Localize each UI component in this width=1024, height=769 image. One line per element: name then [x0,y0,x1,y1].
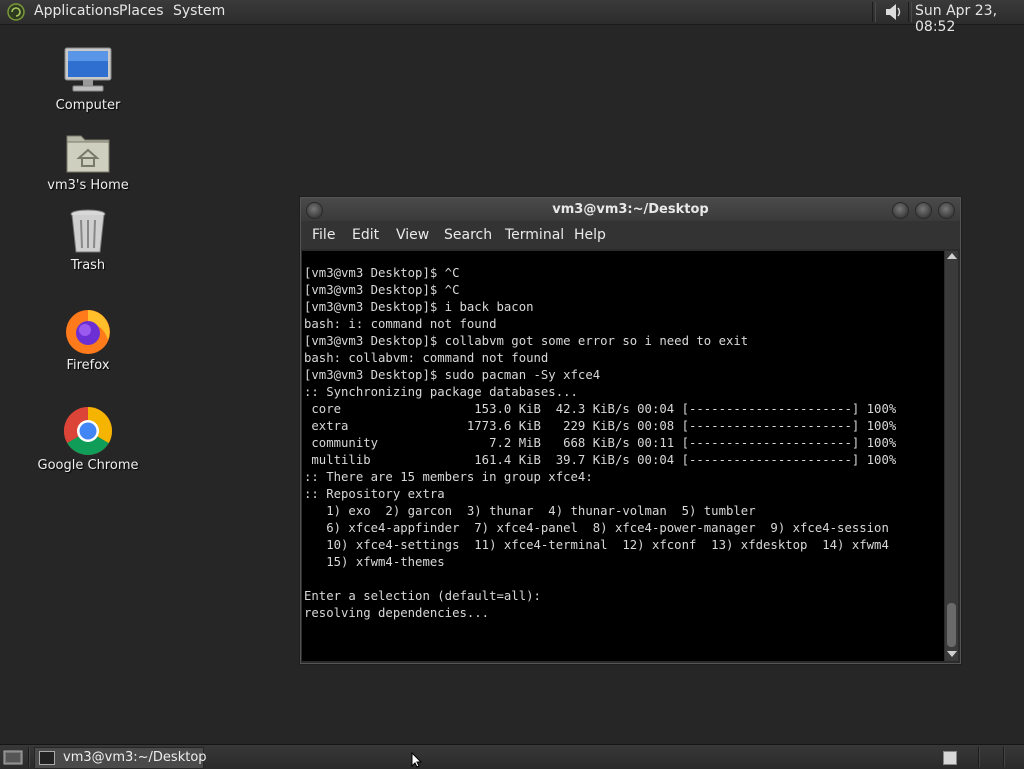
scrollbar-thumb[interactable] [947,603,956,647]
desktop-icon-label: Google Chrome [37,458,139,473]
home-folder-icon [66,135,110,173]
terminal-line: bash: collabvm: command not found [304,351,549,365]
menu-view[interactable]: View [396,227,429,243]
panel-separator [28,747,30,767]
window-titlebar[interactable]: vm3@vm3:~/Desktop [301,198,960,221]
desktop-icon-label: Computer [55,98,121,113]
menu-help[interactable]: Help [574,227,606,243]
terminal-line: [vm3@vm3 Desktop]$ ^C [304,266,460,280]
firefox-icon [66,310,110,354]
terminal-line: core 153.0 KiB 42.3 KiB/s 00:04 [-------… [304,402,897,416]
system-menu[interactable]: System [173,3,225,19]
menu-edit[interactable]: Edit [352,227,379,243]
mouse-pointer-icon [411,752,423,768]
clock[interactable]: Sun Apr 23, 08:52 [915,3,1024,35]
close-button[interactable] [938,202,955,219]
terminal-line: multilib 161.4 KiB 39.7 KiB/s 00:04 [---… [304,453,897,467]
desktop-icon-label: Trash [70,258,106,273]
desktop-icon-chrome[interactable]: Google Chrome [33,406,143,473]
maximize-button[interactable] [915,202,932,219]
terminal-line: extra 1773.6 KiB 229 KiB/s 00:08 [------… [304,419,897,433]
desktop-icon-trash[interactable]: Trash [33,206,143,273]
terminal-line: 10) xfce4-settings 11) xfce4-terminal 12… [304,538,889,552]
computer-icon [64,47,112,92]
terminal-line: [vm3@vm3 Desktop]$ sudo pacman -Sy xfce4 [304,368,601,382]
panel-separator [978,747,980,767]
panel-separator [908,2,912,22]
panel-separator [872,2,876,22]
terminal-icon [39,751,55,765]
terminal-scrollbar[interactable] [945,251,958,661]
scroll-up-arrow-icon[interactable] [947,253,957,259]
terminal-line: :: Synchronizing package databases... [304,385,578,399]
desktop-icon-label: Firefox [66,358,110,373]
terminal-window: vm3@vm3:~/Desktop File Edit View Search … [300,197,961,664]
desktop-icon-home[interactable]: vm3's Home [33,126,143,193]
terminal-line: resolving dependencies... [304,606,490,620]
terminal-line: [vm3@vm3 Desktop]$ i back bacon [304,300,534,314]
terminal-line: 6) xfce4-appfinder 7) xfce4-panel 8) xfc… [304,521,889,535]
terminal-line: Enter a selection (default=all): [304,589,541,603]
window-title: vm3@vm3:~/Desktop [552,202,709,217]
terminal-line: bash: i: command not found [304,317,497,331]
terminal-output[interactable]: [vm3@vm3 Desktop]$ ^C [vm3@vm3 Desktop]$… [302,251,944,661]
gnome-foot-icon[interactable] [7,3,25,21]
menu-search[interactable]: Search [444,227,492,243]
volume-icon[interactable] [883,2,905,22]
desktop-icon-label: vm3's Home [47,178,129,193]
menu-file[interactable]: File [312,227,335,243]
taskbar-item-terminal[interactable]: vm3@vm3:~/Desktop [34,747,207,769]
places-menu[interactable]: Places [119,3,164,19]
applications-menu[interactable]: Applications [34,3,120,19]
desktop-icon-firefox[interactable]: Firefox [33,306,143,373]
terminal-line: :: There are 15 members in group xfce4: [304,470,593,484]
scroll-down-arrow-icon[interactable] [947,651,957,657]
minimize-button[interactable] [892,202,909,219]
terminal-line: community 7.2 MiB 668 KiB/s 00:11 [-----… [304,436,897,450]
terminal-line: [vm3@vm3 Desktop]$ ^C [304,283,460,297]
terminal-line: :: Repository extra [304,487,445,501]
show-desktop-icon[interactable] [2,748,24,766]
top-panel: Applications Places System Sun Apr 23, 0… [0,0,1024,35]
terminal-line: [vm3@vm3 Desktop]$ collabvm got some err… [304,334,749,348]
terminal-line: 1) exo 2) garcon 3) thunar 4) thunar-vol… [304,504,756,518]
terminal-text: [vm3@vm3 Desktop]$ ^C [vm3@vm3 Desktop]$… [302,251,944,622]
terminal-menubar: File Edit View Search Terminal Help [301,221,960,249]
trash-icon [70,209,106,253]
taskbar-item-label: vm3@vm3:~/Desktop [63,750,207,765]
chrome-icon [63,407,113,456]
menu-terminal[interactable]: Terminal [505,227,564,243]
panel-separator [1003,747,1005,767]
terminal-line: 15) xfwm4-themes [304,555,445,569]
bottom-panel: vm3@vm3:~/Desktop [0,744,1024,769]
desktop-icon-computer[interactable]: Computer [33,46,143,113]
workspace-switcher-1[interactable] [943,751,957,765]
